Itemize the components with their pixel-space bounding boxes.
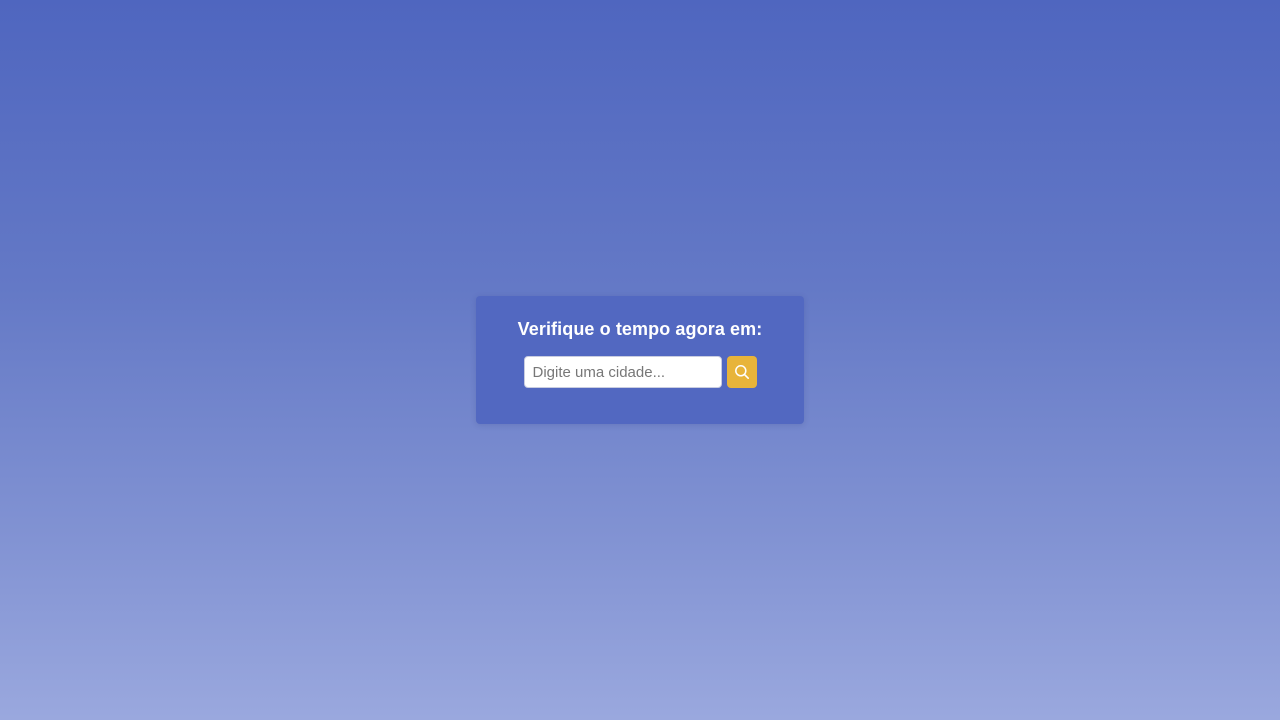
search-button[interactable] (726, 356, 757, 388)
city-search-form (523, 356, 757, 388)
card-title: Verifique o tempo agora em: (517, 319, 763, 339)
weather-search-card: Verifique o tempo agora em: (476, 296, 804, 424)
city-search-input[interactable] (523, 356, 722, 388)
search-icon (734, 364, 750, 380)
